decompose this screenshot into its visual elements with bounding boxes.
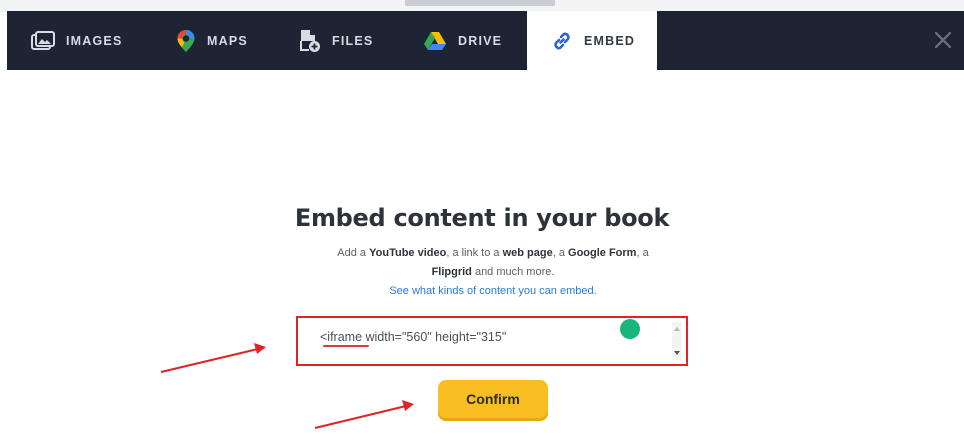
google-drive-icon xyxy=(423,31,447,51)
arrow-to-input xyxy=(160,343,266,373)
close-icon xyxy=(930,31,956,57)
embed-title: Embed content in your book xyxy=(294,204,670,232)
close-button[interactable] xyxy=(930,27,956,53)
background-page-text-shadow xyxy=(405,0,555,6)
scroll-up-icon[interactable] xyxy=(674,327,680,331)
grammarly-icon[interactable] xyxy=(620,319,640,339)
embed-help-link[interactable]: See what kinds of content you can embed. xyxy=(389,285,596,297)
images-icon xyxy=(31,30,55,51)
tab-maps[interactable]: MAPS xyxy=(176,11,248,70)
tab-drive-label: DRIVE xyxy=(458,33,503,48)
desc-text: Add a xyxy=(337,247,370,259)
desc-text: , a xyxy=(636,247,649,259)
arrow-to-confirm xyxy=(314,400,414,429)
desc-text: , a link to a xyxy=(446,247,503,259)
tab-images-label: IMAGES xyxy=(66,33,123,48)
spellcheck-underline xyxy=(323,345,369,347)
confirm-button[interactable]: Confirm xyxy=(438,380,548,418)
webpage-keyword: web page xyxy=(502,247,553,259)
link-icon xyxy=(551,30,573,52)
scroll-down-icon[interactable] xyxy=(674,351,680,355)
tab-drive[interactable]: DRIVE xyxy=(423,11,502,70)
file-add-icon xyxy=(299,29,321,53)
youtube-keyword: YouTube video xyxy=(369,247,447,259)
tab-embed[interactable]: EMBED xyxy=(527,11,657,70)
embed-code-field[interactable]: <iframe width="560" height="315" xyxy=(296,316,688,366)
media-toolbar: IMAGES MAPS FILES DRIVE EMBED xyxy=(7,11,964,70)
tab-maps-label: MAPS xyxy=(207,33,248,48)
embed-description: Add a YouTube video, a link to a web pag… xyxy=(332,244,654,301)
input-scrollbar[interactable] xyxy=(672,322,682,360)
flipgrid-keyword: Flipgrid xyxy=(431,266,472,278)
tab-embed-label: EMBED xyxy=(584,33,636,48)
tab-files-label: FILES xyxy=(332,33,374,48)
tab-images[interactable]: IMAGES xyxy=(31,11,123,70)
maps-pin-icon xyxy=(176,29,196,53)
desc-text: , a xyxy=(552,247,569,259)
google-form-keyword: Google Form xyxy=(568,247,637,259)
embed-code-input[interactable]: <iframe width="560" height="315" xyxy=(302,322,670,360)
desc-text: and much more. xyxy=(471,266,555,278)
tab-files[interactable]: FILES xyxy=(299,11,373,70)
